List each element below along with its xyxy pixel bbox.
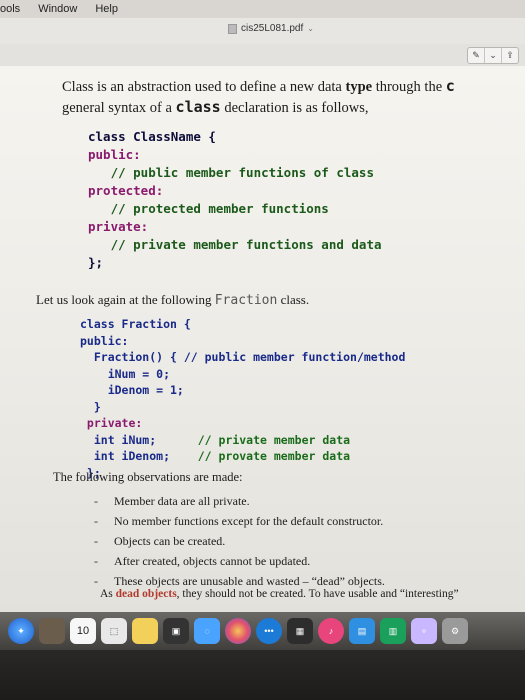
dock-shelf: ✦ 10 ⬚ ▣ ◌ ••• ▦ ♪ ▤ ▥ ⚬ ⚙ bbox=[0, 612, 525, 650]
intro-text: Class is an abstraction used to define a… bbox=[62, 79, 346, 95]
code-line: }; bbox=[88, 255, 104, 270]
facetime-icon[interactable] bbox=[225, 618, 251, 644]
app-store-icon[interactable]: ▤ bbox=[349, 618, 375, 644]
list-item-text: Member data are all private. bbox=[114, 494, 250, 508]
toolbar: ✎ ⌄ ⇪ bbox=[0, 44, 525, 67]
numbers-icon[interactable]: ▥ bbox=[380, 618, 406, 644]
last-line-tail: , they should not be created. To have us… bbox=[176, 588, 459, 600]
intro-text-tail: through the bbox=[372, 79, 446, 95]
code-comment: // private member data bbox=[197, 432, 351, 447]
pen-icon[interactable]: ✎ bbox=[468, 48, 485, 63]
calendar-icon[interactable]: 10 bbox=[70, 618, 96, 644]
code-line: int iNum; bbox=[80, 432, 157, 447]
intro-line2-text: general syntax of a bbox=[62, 100, 176, 116]
code-line: // public member functions of class bbox=[88, 165, 374, 180]
fraction-intro: Let us look again at the following Fract… bbox=[36, 292, 309, 308]
code-line: } bbox=[80, 399, 101, 414]
code-line: class Fraction { bbox=[80, 317, 191, 331]
list-item: - No member functions except for the defa… bbox=[94, 514, 384, 528]
fraction-intro-tail: class. bbox=[277, 292, 310, 307]
list-item: - After created, objects cannot be update… bbox=[94, 554, 311, 568]
photos-icon[interactable]: ▣ bbox=[163, 618, 189, 644]
code-line: private: bbox=[88, 219, 149, 234]
notes-icon[interactable] bbox=[132, 618, 158, 644]
code-line: public: bbox=[80, 333, 129, 348]
chevron-down-icon[interactable]: ⌄ bbox=[307, 24, 314, 33]
code-line: public: bbox=[88, 147, 141, 162]
code-line: // private member functions and data bbox=[88, 237, 382, 252]
intro-line2-tail: declaration is as follows, bbox=[220, 100, 369, 116]
code-line: class ClassName { bbox=[88, 129, 216, 144]
messages-icon[interactable]: ◌ bbox=[194, 618, 220, 644]
code-line: // protected member functions bbox=[88, 201, 329, 216]
code-line: Fraction() { // public member function/m… bbox=[80, 350, 406, 364]
code-line: iNum = 0; bbox=[80, 366, 171, 381]
code-line: int iDenom; bbox=[80, 449, 171, 463]
menu-help[interactable]: Help bbox=[95, 3, 118, 15]
itunes-icon[interactable]: ▦ bbox=[287, 618, 313, 644]
menu-window[interactable]: Window bbox=[38, 3, 77, 15]
photo-booth-icon[interactable]: ••• bbox=[256, 618, 282, 644]
preview-icon[interactable]: ⬚ bbox=[101, 618, 127, 644]
class-keyword: class bbox=[175, 98, 221, 116]
list-item-text: No member functions except for the defau… bbox=[114, 514, 384, 528]
code-line: iDenom = 1; bbox=[80, 383, 184, 397]
safari-icon[interactable]: ✦ bbox=[8, 618, 34, 644]
code-comment: // provate member data bbox=[197, 449, 351, 463]
last-line-text: As bbox=[100, 588, 116, 600]
fraction-intro-text: Let us look again at the following bbox=[36, 292, 215, 307]
observations-list: - Member data are all private. - No member… bbox=[94, 491, 385, 591]
list-item-text: Objects can be created. bbox=[114, 534, 226, 548]
dock: ✦ 10 ⬚ ▣ ◌ ••• ▦ ♪ ▤ ▥ ⚬ ⚙ bbox=[0, 612, 525, 700]
intro-bold-word: type bbox=[345, 79, 373, 95]
list-item: - Member data are all private. bbox=[94, 494, 250, 508]
list-item-text: These objects are unusable and wasted – … bbox=[114, 574, 385, 588]
window-title-area[interactable]: cis25L081.pdf ⌄ bbox=[228, 23, 314, 34]
ibooks-icon[interactable]: ♪ bbox=[318, 618, 344, 644]
observations-heading: The following observations are made: bbox=[53, 470, 243, 484]
list-item: - Objects can be created. bbox=[94, 534, 226, 548]
class-syntax-code: class ClassName { public: // public memb… bbox=[88, 128, 382, 272]
fraction-code-word: Fraction bbox=[214, 293, 278, 308]
app-icon[interactable] bbox=[39, 618, 65, 644]
share-icon[interactable]: ⇪ bbox=[502, 48, 518, 63]
menu-tools[interactable]: ools bbox=[0, 3, 20, 15]
window-title: cis25L081.pdf bbox=[241, 23, 304, 34]
keynote-icon[interactable]: ⚬ bbox=[411, 618, 437, 644]
fraction-class-code: class Fraction { public: Fraction() { //… bbox=[80, 316, 405, 481]
list-item-text: After created, objects cannot be updated… bbox=[114, 554, 311, 568]
pdf-icon bbox=[228, 23, 237, 34]
window-titlebar: cis25L081.pdf ⌄ bbox=[0, 18, 525, 45]
chevron-down-icon[interactable]: ⌄ bbox=[485, 48, 502, 63]
pdf-page[interactable]: Class is an abstraction used to define a… bbox=[0, 66, 525, 612]
markup-toolbar-group: ✎ ⌄ ⇪ bbox=[467, 47, 519, 64]
intro-paragraph: Class is an abstraction used to define a… bbox=[62, 76, 525, 118]
system-preferences-icon[interactable]: ⚙ bbox=[442, 618, 468, 644]
last-line: As dead objects, they should not be crea… bbox=[100, 588, 459, 600]
code-line: private: bbox=[80, 416, 143, 430]
dead-objects-highlight: dead objects bbox=[115, 588, 177, 600]
intro-cut-keyword: c bbox=[445, 77, 455, 95]
menu-bar: ools Window Help bbox=[0, 0, 525, 18]
code-line: protected: bbox=[88, 183, 164, 198]
